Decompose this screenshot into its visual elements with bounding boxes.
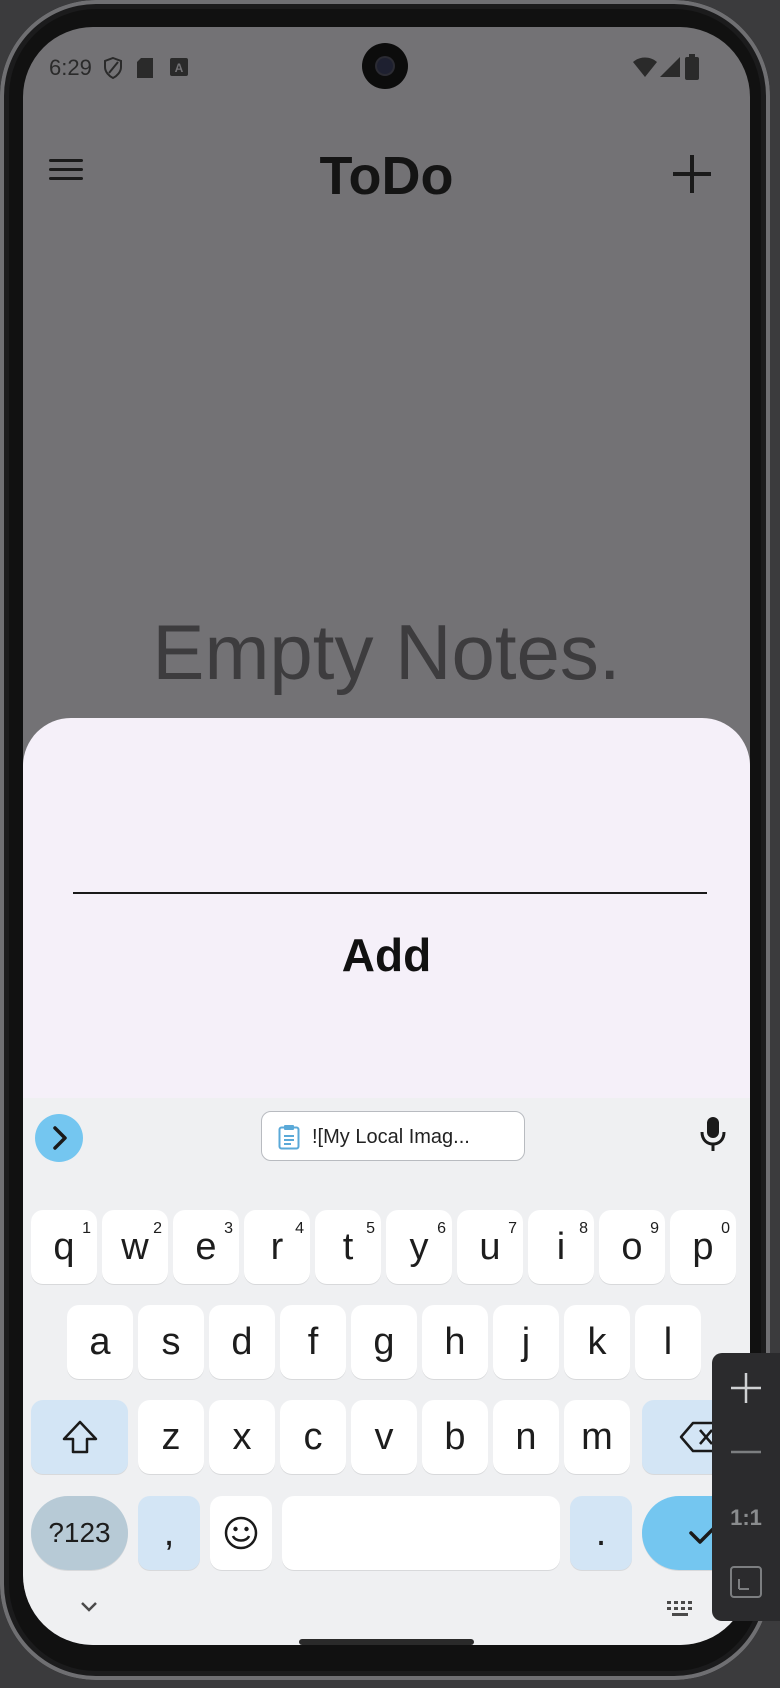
key-m[interactable]: m [564, 1400, 630, 1474]
keyboard-menu-button[interactable] [35, 1114, 83, 1162]
key-q[interactable]: q1 [31, 1210, 97, 1284]
clipboard-text: ![My Local Imag... [312, 1126, 470, 1148]
svg-text:A: A [175, 61, 184, 75]
zoom-in-button[interactable] [712, 1371, 780, 1410]
key-s[interactable]: s [138, 1305, 204, 1379]
fit-screen-button[interactable] [712, 1565, 780, 1604]
keyboard-switch-icon[interactable] [667, 1601, 693, 1617]
key-n[interactable]: n [493, 1400, 559, 1474]
add-button[interactable]: Add [23, 928, 750, 982]
note-input[interactable] [73, 850, 707, 894]
keyboard-bottom-bar [23, 1575, 750, 1645]
key-u[interactable]: u7 [457, 1210, 523, 1284]
gesture-handle [299, 1639, 474, 1645]
fit-screen-icon [730, 1566, 762, 1598]
zoom-out-icon [731, 1450, 761, 1454]
status-time: 6:29 [49, 55, 92, 80]
zoom-out-button[interactable] [712, 1435, 780, 1474]
status-bar: 6:29 A [23, 27, 750, 107]
microphone-icon [700, 1117, 726, 1151]
key-i[interactable]: i8 [528, 1210, 594, 1284]
shield-icon [104, 57, 122, 79]
key-p[interactable]: p0 [670, 1210, 736, 1284]
key-w[interactable]: w2 [102, 1210, 168, 1284]
phone-screen: 6:29 A ToDo Empty Notes. Add ![My Local … [23, 27, 750, 1645]
chevron-right-icon [53, 1126, 67, 1150]
empty-state-message: Empty Notes. [152, 608, 621, 696]
zoom-in-icon [731, 1373, 761, 1403]
soft-keyboard: ![My Local Imag... q1 w2 e3 r4 t5 y6 u7 … [23, 1098, 750, 1645]
key-l[interactable]: l [635, 1305, 701, 1379]
key-o[interactable]: o9 [599, 1210, 665, 1284]
app-bar: ToDo [23, 117, 750, 217]
key-j[interactable]: j [493, 1305, 559, 1379]
key-v[interactable]: v [351, 1400, 417, 1474]
page-title: ToDo [319, 146, 454, 206]
shift-icon [62, 1420, 97, 1454]
cellular-signal-icon [660, 57, 680, 77]
key-d[interactable]: d [209, 1305, 275, 1379]
wifi-icon [633, 57, 657, 77]
symbols-key[interactable]: ?123 [31, 1496, 128, 1570]
add-note-button[interactable] [671, 153, 713, 195]
space-key[interactable] [282, 1496, 560, 1570]
key-f[interactable]: f [280, 1305, 346, 1379]
plus-icon [673, 155, 711, 193]
key-k[interactable]: k [564, 1305, 630, 1379]
key-e[interactable]: e3 [173, 1210, 239, 1284]
key-y[interactable]: y6 [386, 1210, 452, 1284]
hide-keyboard-icon[interactable] [79, 1600, 99, 1614]
key-x[interactable]: x [209, 1400, 275, 1474]
keyboard-toolbar: ![My Local Imag... [23, 1098, 750, 1178]
clipboard-suggestion[interactable]: ![My Local Imag... [261, 1111, 525, 1161]
comma-key[interactable]: , [138, 1496, 200, 1570]
front-camera [362, 43, 408, 89]
key-t[interactable]: t5 [315, 1210, 381, 1284]
emoji-icon [224, 1516, 258, 1550]
voice-input-button[interactable] [699, 1116, 727, 1157]
emoji-key[interactable] [210, 1496, 272, 1570]
key-h[interactable]: h [422, 1305, 488, 1379]
shift-key[interactable] [31, 1400, 128, 1474]
key-a[interactable]: a [67, 1305, 133, 1379]
actual-size-button[interactable]: 1:1 [712, 1505, 780, 1531]
add-note-sheet: Add [23, 718, 750, 1098]
key-g[interactable]: g [351, 1305, 417, 1379]
emulator-zoom-panel: 1:1 [712, 1353, 780, 1621]
key-b[interactable]: b [422, 1400, 488, 1474]
period-key[interactable]: . [570, 1496, 632, 1570]
text-app-icon: A [170, 58, 188, 76]
sd-card-icon [137, 58, 153, 78]
key-c[interactable]: c [280, 1400, 346, 1474]
key-z[interactable]: z [138, 1400, 204, 1474]
clipboard-icon [278, 1125, 300, 1150]
battery-icon [685, 54, 699, 80]
key-r[interactable]: r4 [244, 1210, 310, 1284]
